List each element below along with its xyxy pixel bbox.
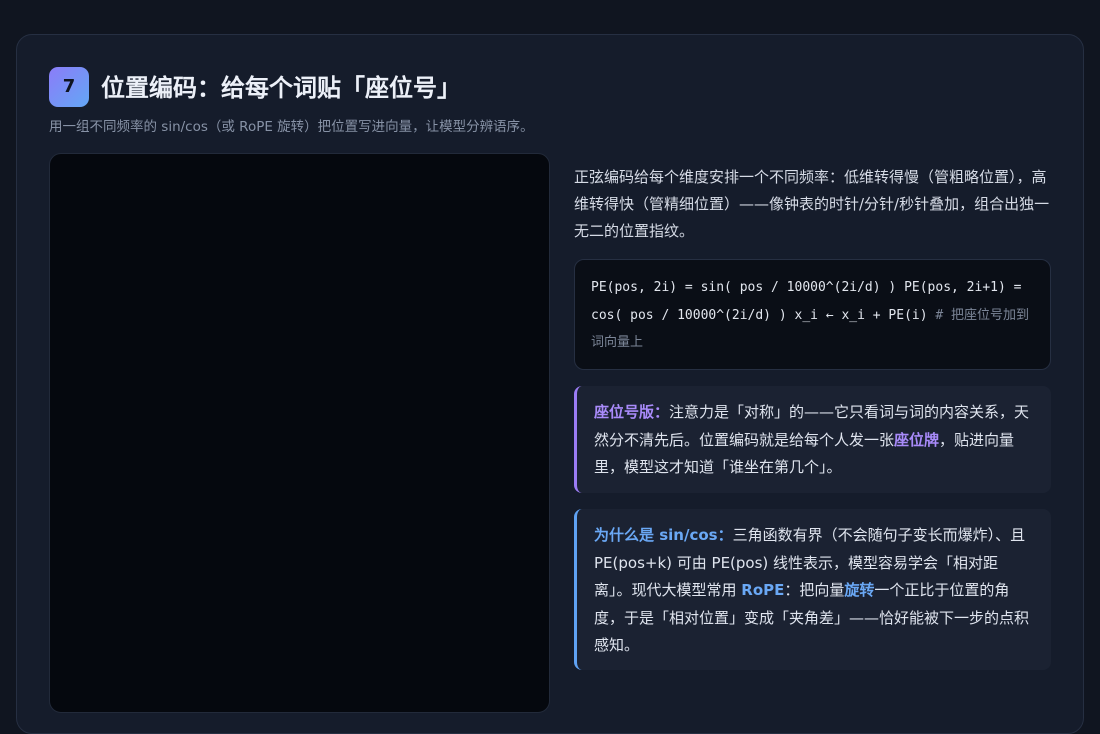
why-sin-cos-callout: 为什么是 sin/cos：三角函数有界（不会随句子变长而爆炸）、且 PE(pos… bbox=[574, 509, 1051, 670]
seat-number-callout: 座位号版：注意力是「对称」的——它只看词与词的内容关系，天然分不清先后。位置编码… bbox=[574, 386, 1051, 493]
section-number-badge: 7 bbox=[49, 67, 89, 107]
seat-number-label: 座位号版： bbox=[594, 403, 670, 421]
section-title: 位置编码：给每个词贴「座位号」 bbox=[101, 74, 461, 102]
section-subtitle: 用一组不同频率的 sin/cos（或 RoPE 旋转）把位置写进向量，让模型分辨… bbox=[49, 119, 534, 135]
why-sin-cos-label: 为什么是 sin/cos： bbox=[594, 526, 733, 544]
visualization-canvas[interactable] bbox=[49, 153, 550, 713]
rotate-highlight: 旋转 bbox=[844, 581, 875, 599]
why-sin-cos-text-2: ：把向量 bbox=[784, 581, 845, 599]
seat-card-highlight: 座位牌 bbox=[894, 430, 940, 449]
formula-code-block: PE(pos, 2i) = sin( pos / 10000^(2i/d) ) … bbox=[574, 259, 1051, 370]
rope-highlight: RoPE bbox=[741, 581, 785, 599]
intro-paragraph: 正弦编码给每个维度安排一个不同频率：低维转得慢（管粗略位置），高维转得快（管精细… bbox=[574, 168, 1050, 240]
